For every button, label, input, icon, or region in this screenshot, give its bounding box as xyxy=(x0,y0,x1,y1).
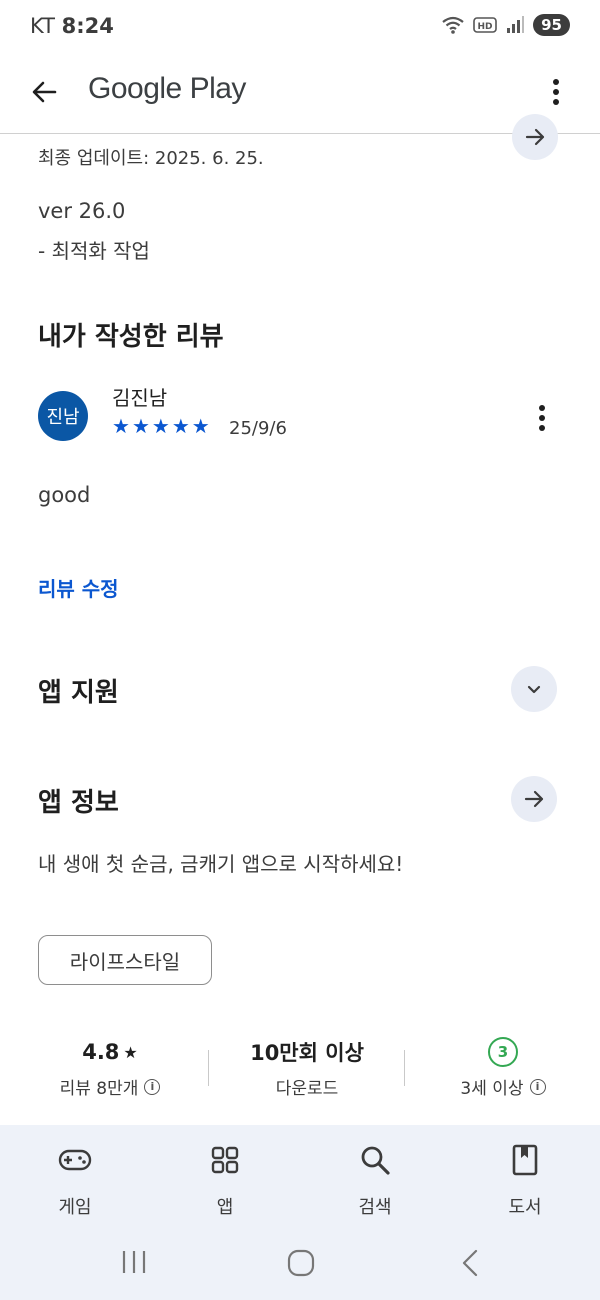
edit-review-link[interactable]: 리뷰 수정 xyxy=(38,573,119,602)
arrow-forward-icon xyxy=(525,128,545,146)
hd-call-icon: HD xyxy=(473,17,497,33)
star-icon: ★ xyxy=(131,414,150,438)
avatar: 진남 xyxy=(38,391,88,441)
battery-indicator: 95 xyxy=(533,14,570,36)
info-icon[interactable]: i xyxy=(529,1078,546,1095)
whats-new-arrow-button[interactable] xyxy=(512,114,558,160)
age-rating-label: 3세 이상 xyxy=(460,1079,524,1099)
more-options-button[interactable] xyxy=(542,74,570,110)
app-support-heading: 앱 지원 xyxy=(38,678,119,708)
app-title: Google Play xyxy=(88,72,246,105)
signal-icon xyxy=(507,16,525,33)
app-bar: Google Play xyxy=(0,56,600,134)
carrier-label: KT xyxy=(30,14,55,38)
nav-item-apps[interactable]: 앱 xyxy=(175,1143,275,1219)
chevron-down-icon xyxy=(527,685,541,694)
back-nav-icon[interactable] xyxy=(458,1248,482,1278)
age-rating-badge: 3 xyxy=(488,1037,518,1067)
app-description: 내 생애 첫 순금, 금캐기 앱으로 시작하세요! xyxy=(38,852,404,876)
apps-grid-icon xyxy=(211,1146,239,1174)
nav-item-games[interactable]: 게임 xyxy=(25,1143,125,1219)
more-vert-icon xyxy=(553,79,559,105)
downloads-stat: 10만회 이상 다운로드 xyxy=(222,1036,392,1099)
arrow-back-icon xyxy=(32,81,57,103)
rating-label: 리뷰 8만개 xyxy=(59,1079,139,1099)
nav-item-books[interactable]: 도서 xyxy=(475,1143,575,1219)
nav-label: 앱 xyxy=(216,1197,234,1218)
info-icon[interactable]: i xyxy=(144,1078,161,1095)
svg-text:HD: HD xyxy=(478,22,493,32)
system-nav-bar xyxy=(0,1232,600,1292)
back-button[interactable] xyxy=(26,74,62,110)
star-icon: ★ xyxy=(151,414,170,438)
gamepad-icon xyxy=(58,1149,92,1171)
downloads-label: 다운로드 xyxy=(275,1079,339,1099)
star-icon: ★ xyxy=(171,414,190,438)
app-info-arrow-button[interactable] xyxy=(511,776,557,822)
app-info-heading: 앱 정보 xyxy=(38,788,119,818)
clock: 8:24 xyxy=(61,14,114,38)
review-body: good xyxy=(38,483,91,507)
rating-value: 4.8 xyxy=(82,1040,120,1064)
downloads-value: 10만회 이상 xyxy=(250,1041,364,1065)
home-icon[interactable] xyxy=(286,1248,316,1278)
app-support-expand-button[interactable] xyxy=(511,666,557,712)
my-review-heading: 내가 작성한 리뷰 xyxy=(38,322,224,352)
search-icon xyxy=(361,1146,390,1175)
nav-label: 도서 xyxy=(508,1197,542,1218)
star-icon: ★ xyxy=(112,414,130,438)
review-rating-stars: ★ ★ ★ ★ ★ xyxy=(112,414,210,438)
arrow-forward-icon xyxy=(524,790,544,808)
last-updated-text: 최종 업데이트: 2025. 6. 25. xyxy=(38,148,264,169)
category-chip[interactable]: 라이프스타일 xyxy=(38,935,212,985)
stat-divider xyxy=(404,1050,405,1086)
status-time: KT 8:24 xyxy=(30,14,114,38)
version-text: ver 26.0 xyxy=(38,199,126,223)
review-more-button[interactable] xyxy=(528,400,556,436)
stat-divider xyxy=(208,1050,209,1086)
age-rating-stat: 3 3세 이상 i xyxy=(418,1036,588,1099)
recent-apps-icon[interactable] xyxy=(120,1248,148,1276)
nav-item-search[interactable]: 검색 xyxy=(325,1143,425,1219)
review-date: 25/9/6 xyxy=(229,418,287,439)
star-icon: ★ xyxy=(191,414,210,438)
rating-stat: 4.8 ★ 리뷰 8만개 i xyxy=(25,1036,195,1099)
star-icon: ★ xyxy=(123,1042,138,1062)
book-icon xyxy=(512,1144,538,1176)
status-icons: HD 95 xyxy=(441,14,570,36)
status-bar: KT 8:24 HD 95 xyxy=(0,0,600,56)
nav-label: 검색 xyxy=(358,1197,392,1218)
more-vert-icon xyxy=(539,405,545,431)
review-author: 김진남 xyxy=(112,386,168,410)
update-note-text: - 최적화 작업 xyxy=(38,239,150,263)
wifi-icon xyxy=(442,16,464,34)
nav-label: 게임 xyxy=(58,1197,92,1218)
